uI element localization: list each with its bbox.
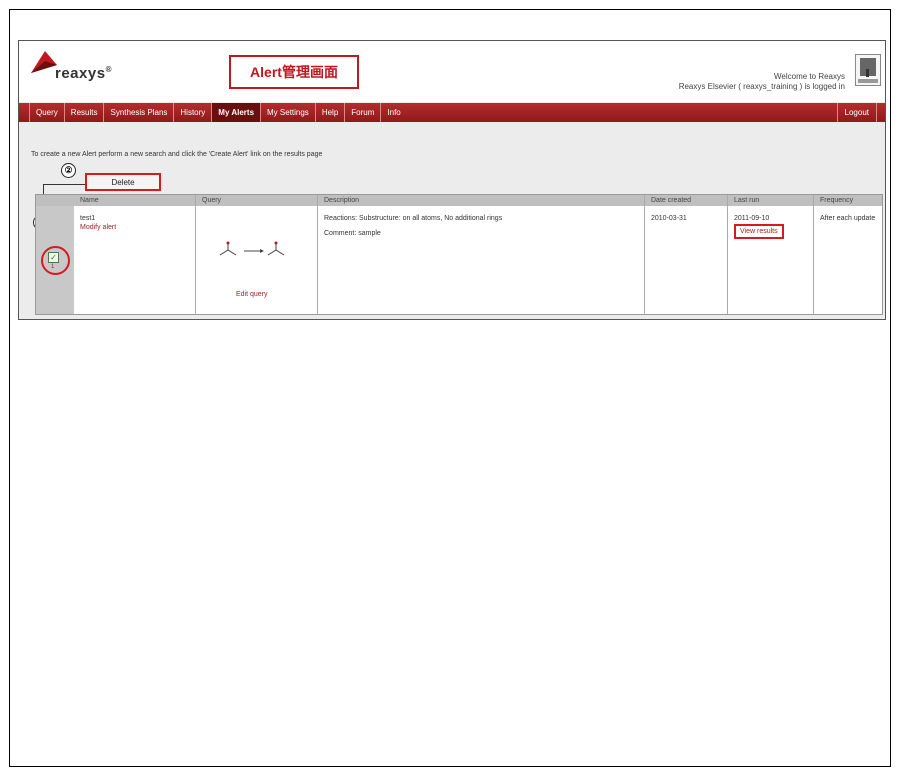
date-created-value: 2010-03-31 [651, 215, 687, 222]
modify-alert-link[interactable]: Modify alert [80, 223, 189, 232]
nav-item-info[interactable]: Info [380, 103, 406, 122]
delete-button[interactable]: Delete [85, 173, 161, 191]
column-name: Name test1 Modify alert [74, 195, 196, 314]
nav-item-history[interactable]: History [173, 103, 211, 122]
column-last-run: Last run 2011-09-10 View results [728, 195, 814, 314]
logout-button[interactable]: Logout [836, 103, 877, 122]
step-2-badge: ② [61, 163, 76, 178]
comment-text: Comment: sample [324, 230, 381, 237]
header-query: Query [202, 197, 222, 204]
column-date-created: Date created 2010-03-31 [645, 195, 728, 314]
column-query: Query Edit query [196, 195, 318, 314]
create-alert-instruction: To create a new Alert perform a new sear… [31, 151, 323, 158]
column-description: Description Reactions: Substructure: on … [318, 195, 645, 314]
header-description: Description [324, 197, 360, 204]
alerts-table: ✓ 1 Name test1 Modify alert Query Edit q… [35, 194, 883, 315]
nav-item-forum[interactable]: Forum [344, 103, 380, 122]
logo-text: reaxys® [55, 65, 112, 82]
nav-list: Query Results Synthesis Plans History My Ale… [19, 103, 885, 122]
row-checkbox[interactable]: ✓ [48, 252, 59, 263]
welcome-line1: Welcome to Reaxys [774, 72, 845, 81]
reaction-structure-icon [216, 239, 296, 266]
header-frequency: Frequency [820, 197, 854, 204]
main-navbar: Query Results Synthesis Plans History My Ale… [19, 103, 885, 122]
header-date-created: Date created [651, 197, 692, 204]
column-frequency: Frequency After each update [814, 195, 882, 314]
description-text: Reactions: Substructure: on all atoms, N… [324, 215, 503, 222]
header: reaxys® Alert管理画面 Welcome to Reaxys Reax… [19, 41, 885, 102]
nav-item-results[interactable]: Results [63, 103, 104, 122]
nav-item-synthesis-plans[interactable]: Synthesis Plans [103, 103, 173, 122]
nav-item-help[interactable]: Help [314, 103, 344, 122]
welcome-line2: Reaxys Elsevier ( reaxys_training ) is l… [678, 82, 845, 91]
page-callout-label: Alert管理画面 [229, 55, 359, 89]
description-cell: Reactions: Substructure: on all atoms, N… [318, 206, 644, 238]
view-results-link[interactable]: View results [734, 224, 784, 239]
alert-name: test1 [80, 215, 96, 222]
reaxys-screenshot: reaxys® Alert管理画面 Welcome to Reaxys Reax… [18, 40, 886, 320]
step-arrow-line-h [43, 184, 87, 185]
select-column: ✓ 1 [36, 206, 74, 314]
nav-item-my-settings[interactable]: My Settings [260, 103, 315, 122]
frequency-value: After each update [820, 215, 876, 222]
edit-query-link[interactable]: Edit query [236, 291, 268, 298]
header-last-run: Last run [734, 197, 760, 204]
nav-item-my-alerts[interactable]: My Alerts [211, 103, 261, 122]
elsevier-logo-icon [855, 54, 881, 86]
last-run-value: 2011-09-10 [734, 215, 770, 222]
name-cell: test1 Modify alert [74, 206, 195, 232]
row-number: 1 [51, 264, 55, 270]
nav-item-query[interactable]: Query [29, 103, 64, 122]
last-run-cell: 2011-09-10 View results [728, 206, 813, 239]
welcome-message: Welcome to Reaxys Reaxys Elsevier ( reax… [679, 72, 845, 92]
header-name: Name [80, 197, 99, 204]
